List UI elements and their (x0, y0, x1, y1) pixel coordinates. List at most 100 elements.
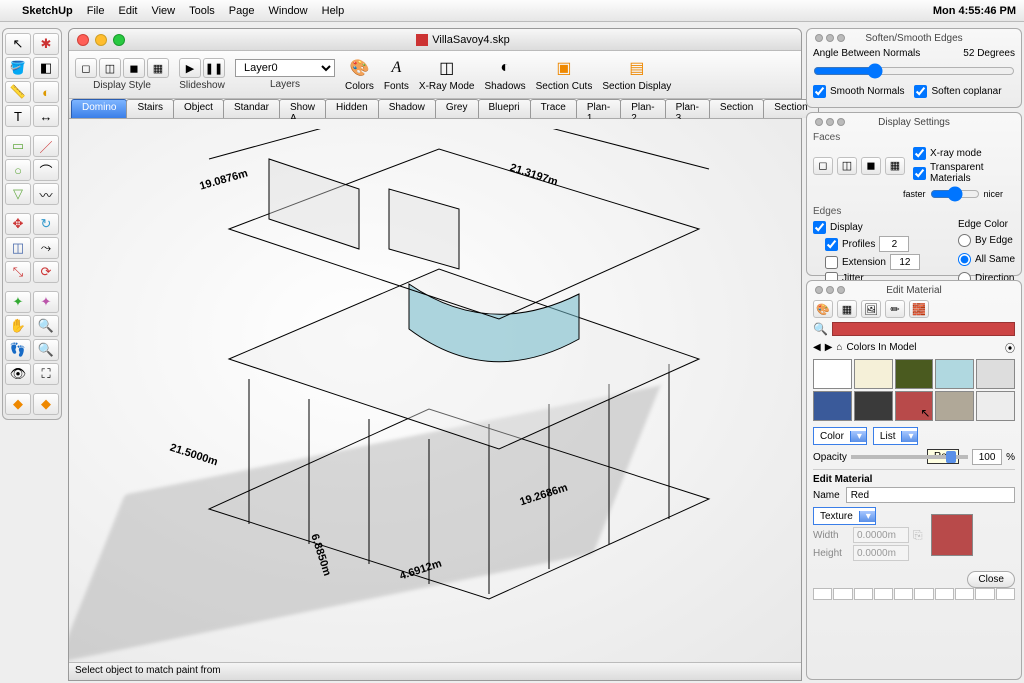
material-name-input[interactable] (846, 487, 1015, 503)
menu-file[interactable]: File (87, 5, 105, 17)
tab-trace[interactable]: Trace (530, 99, 577, 118)
color-well-4[interactable] (874, 588, 893, 600)
tab-standar[interactable]: Standar (223, 99, 280, 118)
section-cuts-icon[interactable]: ▣ (552, 57, 576, 79)
tab-stairs[interactable]: Stairs (126, 99, 174, 118)
current-material-bar[interactable] (832, 322, 1015, 336)
dimension-tool[interactable]: ↔ (33, 105, 59, 127)
offset-tool[interactable]: ⟳ (33, 261, 59, 283)
nav-fwd-icon[interactable]: ▶ (825, 342, 833, 353)
tab-shadow[interactable]: Shadow (378, 99, 436, 118)
extension-checkbox[interactable] (825, 256, 838, 269)
tab-section-1[interactable]: Section (709, 99, 764, 118)
swatch-gray[interactable] (976, 359, 1015, 389)
color-well-10[interactable] (996, 588, 1015, 600)
swatch-cream[interactable] (854, 359, 893, 389)
window-minimize-button[interactable] (95, 34, 107, 46)
rotate-tool[interactable]: ↻ (33, 213, 59, 235)
menu-help[interactable]: Help (322, 5, 345, 17)
extension-value[interactable] (890, 254, 920, 270)
paint-tool[interactable]: 🪣 (5, 57, 31, 79)
protractor-tool[interactable]: ◐ (33, 81, 59, 103)
menu-view[interactable]: View (151, 5, 175, 17)
section-display-icon[interactable]: ▤ (625, 57, 649, 79)
tab-plan-1[interactable]: Plan-1 (576, 99, 621, 118)
window-zoom-button[interactable] (113, 34, 125, 46)
texture-width-input[interactable] (853, 527, 909, 543)
list-menu-icon[interactable]: ⦿ (1005, 340, 1015, 355)
swatch-lightblue[interactable] (935, 359, 974, 389)
menu-page[interactable]: Page (229, 5, 255, 17)
tab-plan-2[interactable]: Plan-2 (620, 99, 665, 118)
window-close-button[interactable] (77, 34, 89, 46)
profiles-checkbox[interactable] (825, 238, 838, 251)
shadows-icon[interactable]: ◐ (493, 57, 517, 79)
style-hidden[interactable]: ◫ (99, 58, 121, 78)
zoom-extents-tool[interactable]: ⛶ (33, 363, 59, 385)
xray-icon[interactable]: ◫ (435, 57, 459, 79)
line-tool[interactable]: ／ (33, 135, 59, 157)
face-style-4[interactable]: ▦ (885, 157, 905, 175)
position-camera-tool[interactable]: 👁 (5, 363, 31, 385)
color-well-7[interactable] (935, 588, 954, 600)
opacity-slider[interactable] (851, 455, 968, 459)
tab-domino[interactable]: Domino (71, 99, 127, 118)
transparency-quality-slider[interactable] (930, 186, 980, 202)
tab-grey[interactable]: Grey (435, 99, 479, 118)
face-style-1[interactable]: ◻ (813, 157, 833, 175)
swatch-lightgray[interactable] (976, 391, 1015, 421)
layers-select[interactable]: Layer0 (235, 59, 335, 77)
opacity-value[interactable] (972, 449, 1002, 465)
material-tab-crayons[interactable]: ✏ (885, 300, 905, 318)
material-tab-image[interactable]: 🖼 (861, 300, 881, 318)
tab-show-a[interactable]: Show A (279, 99, 326, 118)
material-tab-colorwheel[interactable]: 🎨 (813, 300, 833, 318)
color-well-8[interactable] (955, 588, 974, 600)
zoom-tool[interactable]: 🔍 (33, 315, 59, 337)
swatch-tan[interactable] (935, 391, 974, 421)
arc-tool[interactable]: ⌒ (33, 159, 59, 181)
select-tool[interactable]: ↖ (5, 33, 31, 55)
menu-tools[interactable]: Tools (189, 5, 215, 17)
menu-window[interactable]: Window (269, 5, 308, 17)
by-edge-radio[interactable] (958, 234, 971, 247)
color-well-9[interactable] (975, 588, 994, 600)
tab-bluepri[interactable]: Bluepri (478, 99, 531, 118)
swatch-white[interactable] (813, 359, 852, 389)
soften-coplanar-checkbox[interactable] (914, 85, 927, 98)
slideshow-prev[interactable]: ▶ (179, 58, 201, 78)
display-edges-checkbox[interactable] (813, 221, 826, 234)
window-titlebar[interactable]: VillaSavoy4.skp (69, 29, 801, 51)
texture-combo[interactable]: Texture▾ (813, 507, 876, 525)
model-viewport[interactable]: 19.0876m 21.3197m 21.5000m 19.2686m 6.88… (69, 119, 801, 662)
color-combo[interactable]: Color▾ (813, 427, 867, 445)
swatch-darkgray[interactable] (854, 391, 893, 421)
face-style-2[interactable]: ◫ (837, 157, 857, 175)
list-combo[interactable]: List▾ (873, 427, 919, 445)
app-menu[interactable]: SketchUp (22, 5, 73, 17)
zoom-window-tool[interactable]: 🔍 (33, 339, 59, 361)
pan-tool[interactable]: ✋ (5, 315, 31, 337)
color-well-5[interactable] (894, 588, 913, 600)
color-well-3[interactable] (854, 588, 873, 600)
tab-hidden[interactable]: Hidden (325, 99, 379, 118)
material-preview-swatch[interactable] (931, 514, 973, 556)
orbit-tool[interactable]: ✦ (5, 291, 31, 313)
look-tool[interactable]: ✦ (33, 291, 59, 313)
material-tab-sliders[interactable]: ▦ (837, 300, 857, 318)
section-tool[interactable]: ◆ (5, 393, 31, 415)
material-tab-brick[interactable]: 🧱 (909, 300, 929, 318)
all-same-radio[interactable] (958, 253, 971, 266)
home-icon[interactable]: ⌂ (836, 342, 842, 353)
colors-icon[interactable]: 🎨 (347, 57, 371, 79)
close-button[interactable]: Close (967, 571, 1015, 588)
swatch-olive[interactable] (895, 359, 934, 389)
nav-back-icon[interactable]: ◀ (813, 342, 821, 353)
fonts-icon[interactable]: A (384, 57, 408, 79)
tab-plan-3[interactable]: Plan-3 (665, 99, 710, 118)
style-wireframe[interactable]: ◻ (75, 58, 97, 78)
walk-tool[interactable]: 👣 (5, 339, 31, 361)
texture-height-input[interactable] (853, 545, 909, 561)
face-style-3[interactable]: ◼ (861, 157, 881, 175)
circle-tool[interactable]: ○ (5, 159, 31, 181)
